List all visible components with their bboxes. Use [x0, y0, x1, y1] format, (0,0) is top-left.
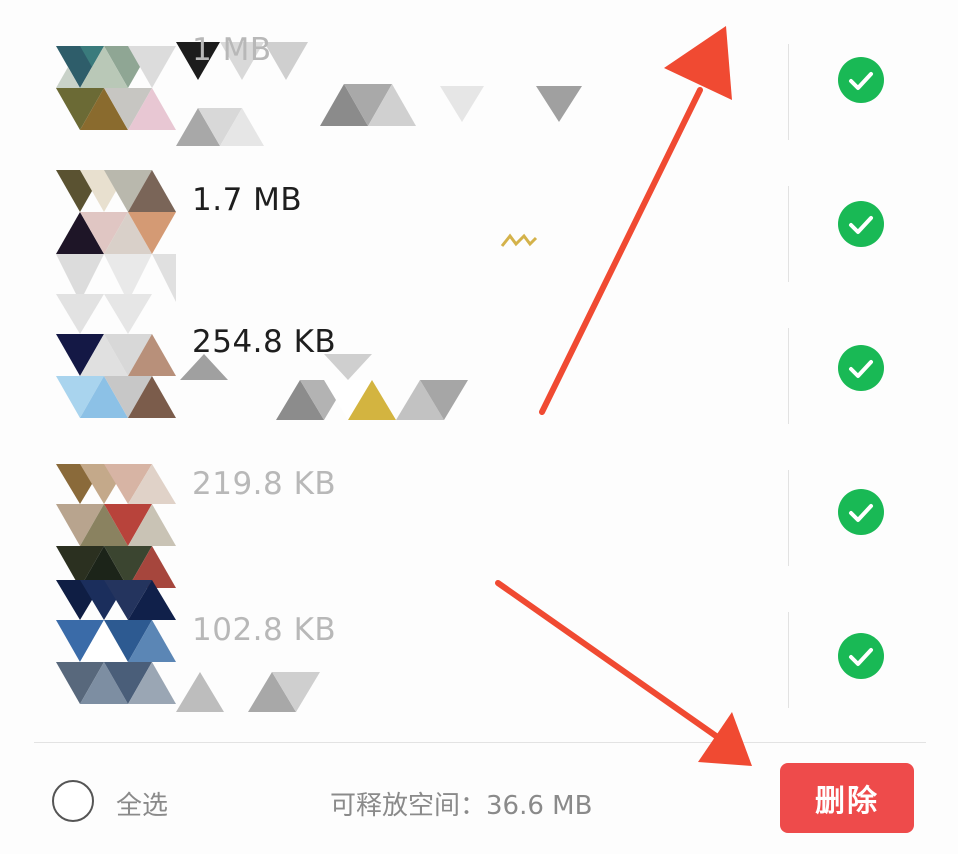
list-item[interactable]: 102.8 KB: [0, 580, 958, 730]
file-thumbnail: [56, 46, 176, 158]
check-circle-icon[interactable]: [838, 489, 884, 535]
blurred-filename-fragment: [180, 354, 470, 424]
check-circle-icon[interactable]: [838, 345, 884, 391]
file-thumbnail: [56, 170, 176, 302]
radio-unchecked-icon[interactable]: [52, 780, 94, 822]
row-divider: [788, 328, 789, 424]
check-circle-icon[interactable]: [838, 57, 884, 103]
row-divider: [788, 186, 789, 282]
blurred-filename-fragment: [176, 672, 320, 716]
list-item[interactable]: 1 MB: [0, 20, 958, 162]
list-item[interactable]: 1.7 MB: [0, 162, 958, 304]
check-circle-icon[interactable]: [838, 201, 884, 247]
list-item[interactable]: 254.8 KB: [0, 294, 958, 446]
list-item[interactable]: 219.8 KB: [0, 446, 958, 588]
blurred-filename-fragment: [500, 232, 540, 254]
file-list: 1 MB 1.7 MB 254.8 KB 219.8 KB 102.8 KB: [0, 0, 958, 742]
file-size: 102.8 KB: [192, 612, 337, 648]
file-size: 1 MB: [192, 32, 272, 68]
select-all-label[interactable]: 全选: [116, 785, 168, 822]
file-thumbnail: [56, 294, 176, 418]
file-size: 219.8 KB: [192, 466, 337, 502]
file-thumbnail: [56, 464, 176, 588]
check-circle-icon[interactable]: [838, 633, 884, 679]
file-size: 1.7 MB: [192, 182, 303, 218]
row-divider: [788, 612, 789, 708]
row-divider: [788, 470, 789, 566]
row-divider: [788, 44, 789, 140]
file-thumbnail: [56, 580, 176, 704]
free-space-text: 可释放空间：36.6 MB: [330, 791, 593, 821]
delete-button[interactable]: 删除: [780, 763, 914, 833]
blurred-filename-fragment: [320, 84, 590, 130]
footer-bar: 全选 可释放空间：36.6 MB 删除: [0, 743, 958, 854]
